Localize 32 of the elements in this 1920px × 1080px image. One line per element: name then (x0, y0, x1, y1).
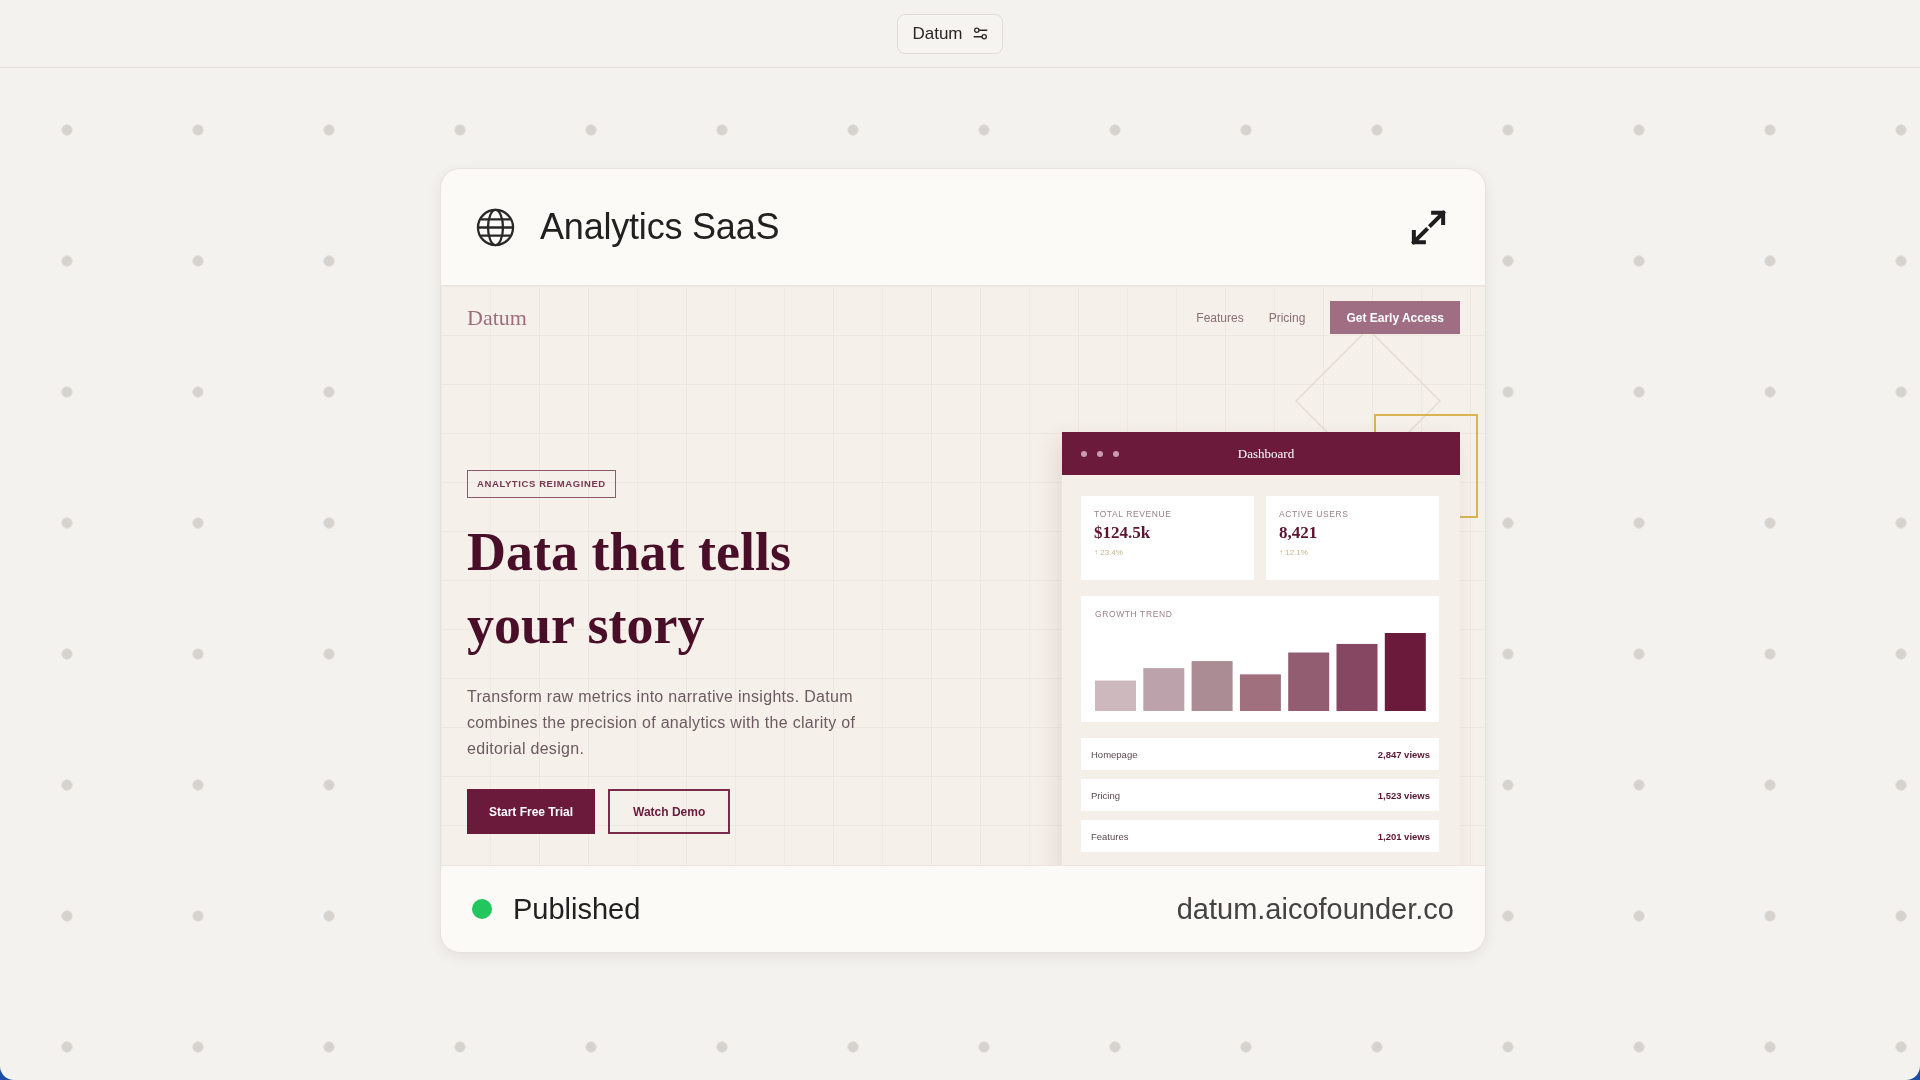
stat-change: ↑ 23.4% (1094, 548, 1124, 557)
nav-link[interactable]: Pricing (1268, 310, 1306, 325)
dashboard-title: Dashboard (1236, 445, 1295, 462)
hero-heading: Data that tells your story (467, 521, 792, 657)
project-switcher-button[interactable]: Datum (897, 13, 1003, 54)
stat-value: $124.5k (1094, 523, 1152, 543)
page-views: 1,523 views (1377, 789, 1430, 801)
page-name: Pricing (1091, 789, 1121, 801)
page-name: Homepage (1091, 748, 1138, 760)
chart-title: GROWTH TREND (1095, 609, 1174, 619)
expand-button[interactable] (1410, 208, 1447, 246)
secondary-cta-button[interactable]: Watch Demo (608, 789, 731, 834)
stat-change: ↑ 12.1% (1279, 548, 1309, 557)
nav-link[interactable]: Features (1196, 310, 1244, 325)
stat-value: 8,421 (1279, 523, 1319, 543)
sliders-icon (972, 27, 988, 40)
site-url: datum.aicofounder.co (1176, 892, 1454, 926)
hero-description: Transform raw metrics into narrative insights. Datum combines the precision of analytics with the clarity of editorial design. (467, 687, 857, 759)
window-dots-icon (1081, 450, 1119, 457)
primary-cta-button[interactable]: Start Free Trial (467, 789, 596, 834)
globe-icon (476, 207, 515, 247)
stat-label: ACTIVE USERS (1279, 509, 1350, 519)
page-name: Features (1091, 830, 1129, 842)
site-logo: Datum (467, 304, 528, 331)
status-label: Published (513, 892, 641, 926)
page-views: 2,847 views (1377, 748, 1430, 760)
expand-icon (1410, 208, 1447, 246)
page-views: 1,201 views (1377, 830, 1430, 842)
tagline-badge: ANALYTICS REIMAGINED (467, 470, 616, 498)
stat-label: TOTAL REVENUE (1094, 509, 1173, 519)
project-title: Analytics SaaS (540, 206, 781, 248)
early-access-button[interactable]: Get Early Access (1330, 301, 1460, 334)
